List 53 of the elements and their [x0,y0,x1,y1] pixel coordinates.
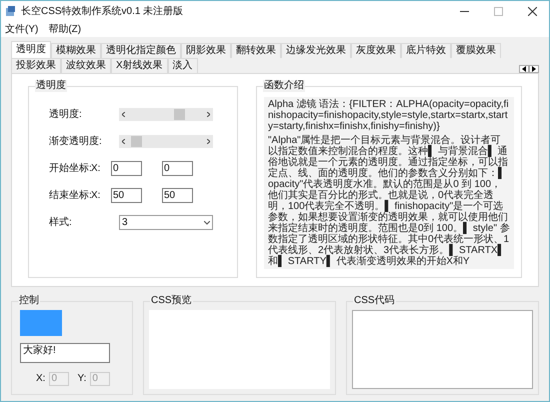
text-input[interactable]: 大家好! [20,343,110,363]
close-icon [528,6,536,16]
slider-thumb[interactable] [174,109,185,120]
tab[interactable]: 灰度效果 [351,43,401,58]
menu-item[interactable]: 帮助(Z) [48,22,82,36]
style-dropdown[interactable]: 3 [119,215,213,230]
chevron-down-icon [204,220,210,224]
tab[interactable]: 翻转效果 [231,43,281,58]
y-input[interactable]: 50 [162,188,193,203]
x-label: X: [91,189,102,203]
tab[interactable]: 阴影效果 [181,43,231,58]
x-input[interactable]: 50 [111,188,142,203]
group-title: CSS预览 [150,295,193,307]
group-title: 函数介绍 [263,80,305,92]
tab[interactable]: 底片特效 [401,43,451,58]
scroll-left-button[interactable] [519,65,529,73]
code-area[interactable] [352,310,533,389]
left-arrow-icon [522,66,526,72]
tab[interactable]: 透明化指定颜色 [101,43,181,58]
tab[interactable]: 投影效果 [11,58,61,73]
tab[interactable]: 覆膜效果 [451,43,501,58]
tab[interactable]: 透明度 [11,41,51,59]
field-label: 透明度: [49,108,83,122]
x-label: X: [91,162,102,176]
maximize-icon [494,6,502,16]
x-input[interactable]: 0 [111,161,142,176]
window-title: 长空CSS特效制作系统v0.1 未注册版 [21,4,184,18]
right-arrow-icon [532,66,536,72]
tab[interactable]: 模糊效果 [51,43,101,58]
field-label: 结束坐标: [49,188,91,203]
slider-thumb[interactable] [130,136,142,147]
scroll-right-button[interactable] [529,65,539,73]
tab[interactable]: 淡入 [168,58,198,73]
slider-track[interactable] [119,135,213,148]
slider-track[interactable] [119,108,213,121]
y-input[interactable]: 0 [162,161,193,176]
description-text: "Alpha"属性是把一个目标元素与背景混合。设计者可以指定数值来控制混合的程度。这种▌ 与背景混合▌ 通俗地说就是一个元素的透明度。通过指定坐标，可以指定点、线、面的透明度。他们的参数含义分别如下：▌ opacity"代表透明度水准。默认的范围是从0 到 100，他们其实是百分比的形式。也就是说，0代表完全透明，100代表完全不透明。▌ finishopacity"是一个可选参数，如果想要设置渐变的透明效果，就可以使用他们来指定结束时的透明度。范围也是0到 100。▌ style" 参数指定了透明区域的形状特征。其中0代表统一形状、1代表线形、2代表放射状、3代表长方形。▌ STARTX▌ 和▌ STARTY▌ 代表渐变透明效果的开始X和Y [268,135,510,267]
group-title: 控制 [18,295,40,307]
syntax-text: Alpha 滤镜 语法：{FILTER：ALPHA(opacity=opacity,finishopacity=finishopacity,style=style,startx=startx,starty=starty,finishx=finishx,finishy=finishy)} [268,99,510,132]
group-title: 透明度 [35,80,67,92]
group-title: CSS代码 [353,295,396,307]
tab[interactable]: X射线效果 [111,58,168,73]
x-label: X: [36,372,46,386]
app-icon [5,6,16,16]
field-label: 渐变透明度: [49,134,103,149]
y-label: Y: [77,372,86,386]
minimize-icon [460,10,468,12]
field-label: 样式: [49,216,73,230]
tab[interactable]: 边缘发光效果 [281,43,351,58]
field-label: 开始坐标: [49,162,91,176]
color-swatch[interactable] [20,310,62,336]
menu-item[interactable]: 文件(Y) [5,22,38,36]
tab[interactable]: 波纹效果 [61,58,111,73]
